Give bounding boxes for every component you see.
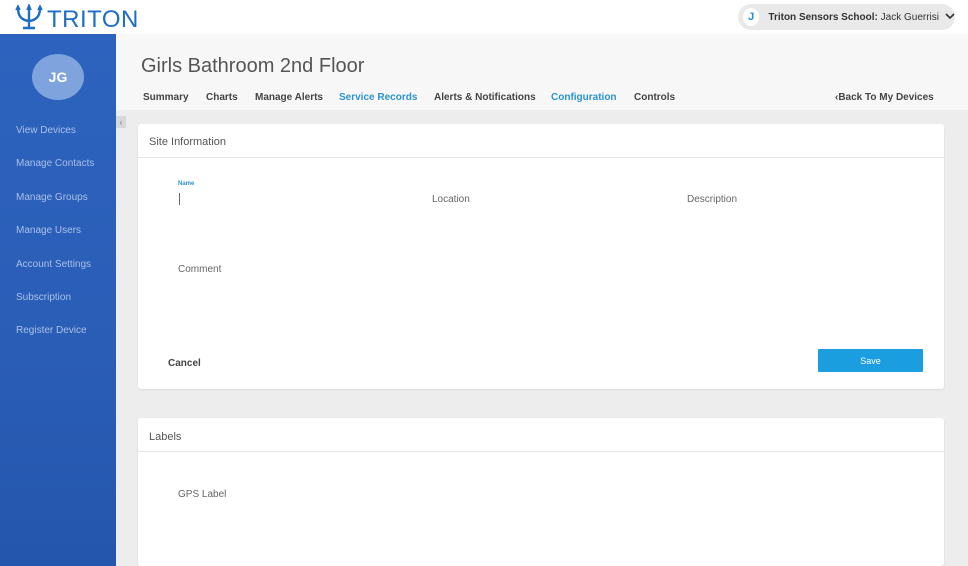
sidebar-item-account-settings[interactable]: Account Settings [16,259,91,270]
cancel-button[interactable]: Cancel [168,358,201,369]
trident-logo-icon [14,2,44,35]
tab-configuration[interactable]: Configuration [551,92,617,103]
avatar[interactable]: JG [32,54,84,100]
user-menu[interactable]: J Triton Sensors School: Jack Guerrisi [738,4,955,30]
description-field[interactable]: Description [687,194,737,205]
user-label: Triton Sensors School: Jack Guerrisi [768,12,939,23]
sidebar-item-subscription[interactable]: Subscription [16,292,71,303]
tab-summary[interactable]: Summary [143,92,189,103]
name-field-label: Name [178,181,195,187]
collapse-sidebar-icon[interactable]: ‹ [116,116,126,128]
brand-logo[interactable]: TRITON [14,2,139,35]
chevron-down-icon [945,12,955,23]
sidebar-item-manage-users[interactable]: Manage Users [16,225,81,236]
back-to-devices-link[interactable]: ‹Back To My Devices [835,92,934,103]
sidebar-item-view-devices[interactable]: View Devices [16,125,76,136]
card-title: Labels [149,431,182,443]
user-avatar: J [743,8,760,26]
card-header: Labels [138,418,944,452]
sidebar-item-register-device[interactable]: Register Device [16,325,87,336]
comment-field[interactable]: Comment [178,264,221,275]
tab-controls[interactable]: Controls [634,92,675,103]
user-org: Triton Sensors School: [768,11,878,23]
user-name: Jack Guerrisi [880,11,939,23]
page-title: Girls Bathroom 2nd Floor [141,55,365,77]
card-title: Site Information [149,136,227,148]
labels-card: Labels GPS Label [138,418,944,566]
tab-service-records[interactable]: Service Records [339,92,417,103]
save-button[interactable]: Save [818,349,923,372]
name-input[interactable] [179,193,180,205]
brand-name: TRITON [47,5,139,33]
tab-charts[interactable]: Charts [206,92,238,103]
location-field[interactable]: Location [432,194,470,205]
tab-manage-alerts[interactable]: Manage Alerts [255,92,323,103]
sidebar-item-manage-contacts[interactable]: Manage Contacts [16,158,94,169]
gps-label-field[interactable]: GPS Label [178,489,226,500]
sidebar-item-manage-groups[interactable]: Manage Groups [16,192,88,203]
tab-alerts-notifications[interactable]: Alerts & Notifications [434,92,536,103]
card-header: Site Information [138,124,944,158]
top-bar: TRITON J Triton Sensors School: Jack Gue… [0,0,968,34]
site-information-card: Site Information Name Location Descripti… [138,124,944,389]
